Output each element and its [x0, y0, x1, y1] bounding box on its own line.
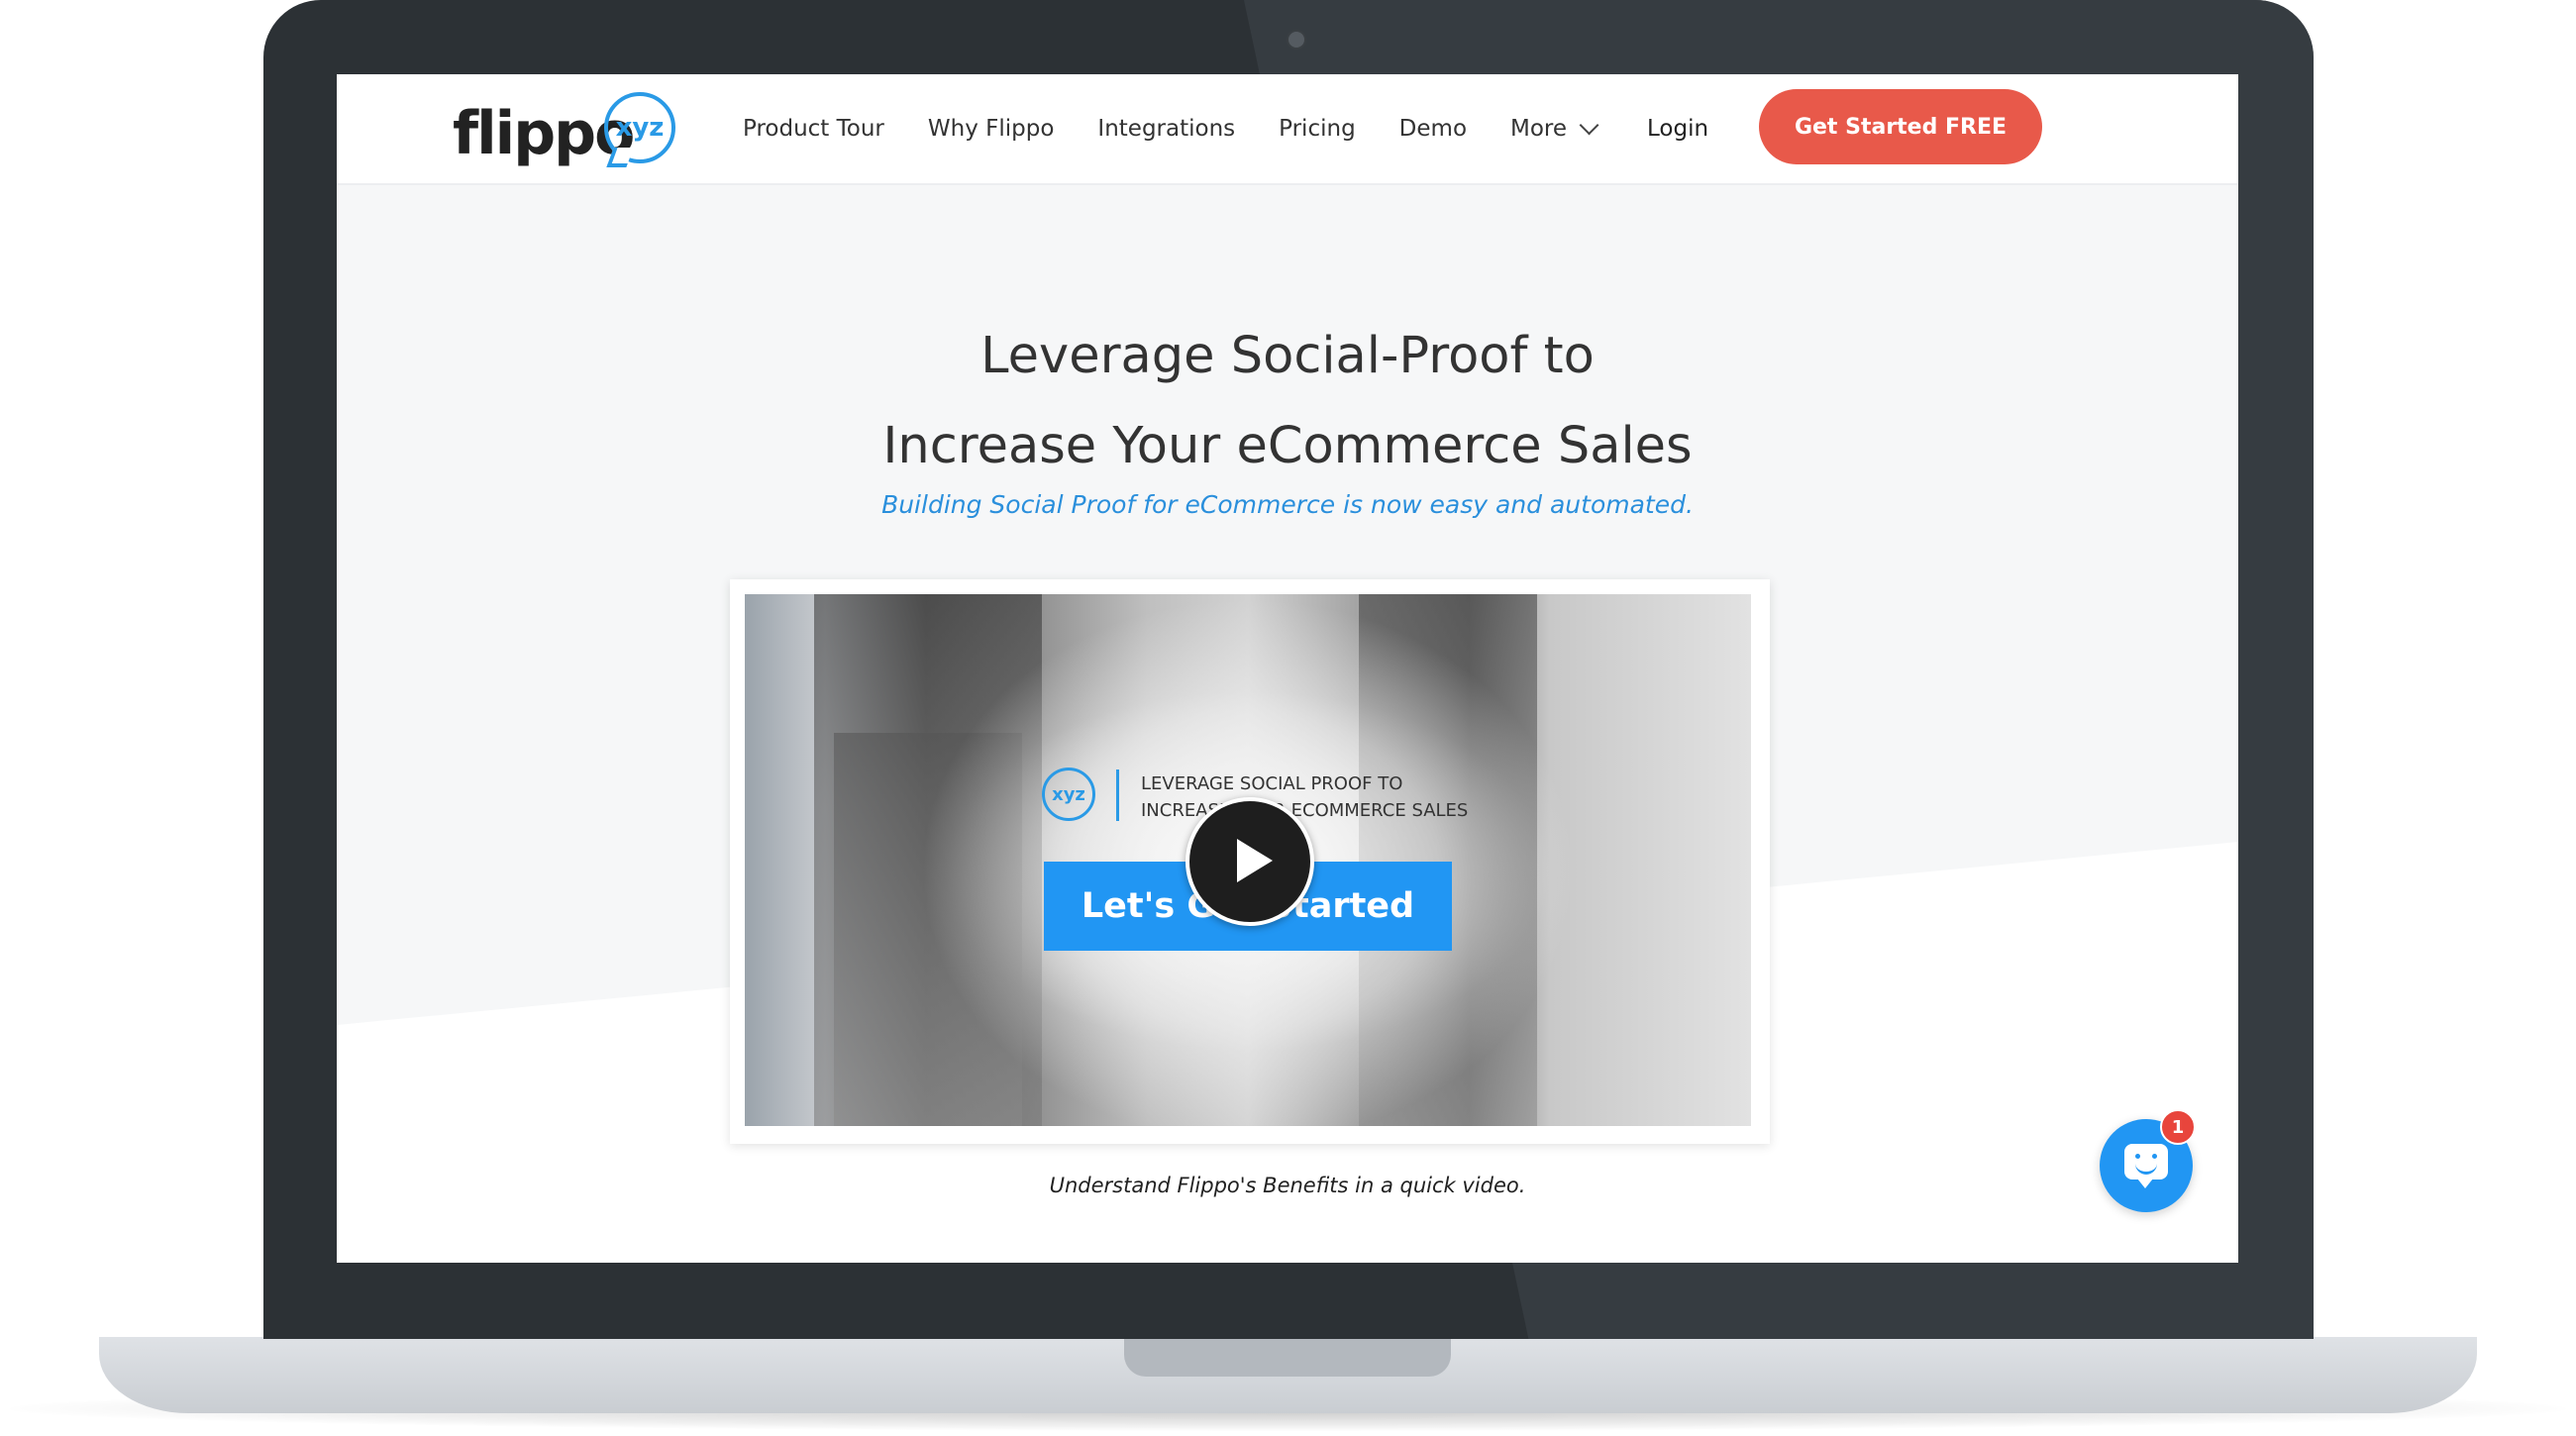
video-divider: [1116, 769, 1119, 821]
chat-icon-tail: [2137, 1179, 2153, 1188]
hero-subtitle: Building Social Proof for eCommerce is n…: [881, 490, 1694, 519]
nav-item-more[interactable]: More: [1510, 115, 1599, 142]
website-screen: flippo xyz Product Tour Why Flippo Integ…: [337, 74, 2238, 1263]
login-link[interactable]: Login: [1647, 74, 1708, 183]
hero-title-line-2: Increase Your eCommerce Sales: [882, 417, 1693, 475]
nav-item-product-tour[interactable]: Product Tour: [743, 116, 884, 142]
chat-icon: [2124, 1144, 2168, 1180]
hero-title-line-1: Leverage Social-Proof to: [980, 327, 1595, 385]
logo-badge-icon: xyz: [604, 92, 675, 163]
nav-label: Integrations: [1097, 116, 1236, 142]
get-started-button[interactable]: Get Started FREE: [1759, 89, 2042, 164]
nav-item-integrations[interactable]: Integrations: [1097, 116, 1235, 142]
nav-label: More: [1510, 116, 1568, 142]
play-button[interactable]: [1185, 797, 1314, 926]
main-nav: Product Tour Why Flippo Integrations Pri…: [743, 74, 1636, 183]
nav-label: Why Flippo: [927, 116, 1055, 142]
laptop-notch: [1124, 1337, 1451, 1377]
nav-item-why-flippo[interactable]: Why Flippo: [928, 116, 1055, 142]
camera-icon: [1287, 30, 1306, 50]
video-caption-line-1: LEVERAGE SOCIAL PROOF TO: [1141, 773, 1403, 794]
nav-label: Product Tour: [743, 116, 884, 142]
chat-unread-badge: 1: [2160, 1109, 2196, 1145]
video-logo-icon: xyz: [1042, 768, 1095, 821]
nav-item-demo[interactable]: Demo: [1399, 116, 1467, 142]
video-card: xyz LEVERAGE SOCIAL PROOF TO INCREASE YO…: [730, 579, 1770, 1144]
chevron-down-icon: [1579, 115, 1599, 136]
nav-label: Demo: [1398, 116, 1468, 142]
video-note: Understand Flippo's Benefits in a quick …: [1049, 1174, 1526, 1197]
nav-item-pricing[interactable]: Pricing: [1279, 116, 1356, 142]
video-player[interactable]: xyz LEVERAGE SOCIAL PROOF TO INCREASE YO…: [745, 594, 1751, 1126]
top-navbar: flippo xyz Product Tour Why Flippo Integ…: [337, 74, 2238, 185]
nav-label: Pricing: [1279, 116, 1356, 142]
